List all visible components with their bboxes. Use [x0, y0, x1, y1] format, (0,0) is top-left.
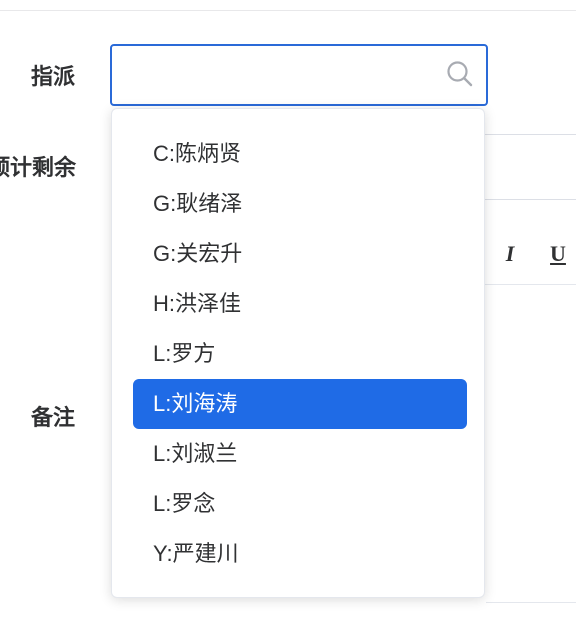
dropdown-option-selected[interactable]: L:刘海涛 — [133, 379, 467, 429]
underline-button[interactable]: U — [546, 240, 570, 268]
dropdown-option[interactable]: G:耿绪泽 — [133, 179, 467, 229]
assignee-dropdown: C:陈炳贤 G:耿绪泽 G:关宏升 H:洪泽佳 L:罗方 L:刘海涛 L:刘淑兰… — [111, 108, 485, 598]
dropdown-option[interactable]: L:罗方 — [133, 329, 467, 379]
task-form-page: 指派 预计剩余 备注 I U C:陈炳贤 G:耿绪泽 G:关宏升 H:洪泽佳 L… — [0, 0, 576, 640]
dropdown-option[interactable]: H:洪泽佳 — [133, 279, 467, 329]
editor-bottom-border — [486, 602, 576, 603]
note-label: 备注 — [31, 405, 76, 430]
assignee-search-input[interactable] — [124, 56, 428, 96]
dropdown-option[interactable]: L:刘淑兰 — [133, 429, 467, 479]
dropdown-option[interactable]: Y:严建川 — [133, 529, 467, 579]
remaining-estimate-label: 预计剩余 — [0, 155, 77, 180]
dropdown-option[interactable]: L:罗念 — [133, 479, 467, 529]
remaining-estimate-input[interactable] — [470, 134, 576, 200]
dropdown-option[interactable]: G:关宏升 — [133, 229, 467, 279]
assign-label: 指派 — [31, 64, 76, 89]
assignee-select[interactable] — [110, 44, 488, 106]
note-editor-toolbar: I U — [470, 226, 576, 285]
italic-button[interactable]: I — [498, 240, 522, 268]
top-divider — [0, 10, 576, 11]
dropdown-option[interactable]: C:陈炳贤 — [133, 129, 467, 179]
search-icon[interactable] — [445, 59, 475, 89]
